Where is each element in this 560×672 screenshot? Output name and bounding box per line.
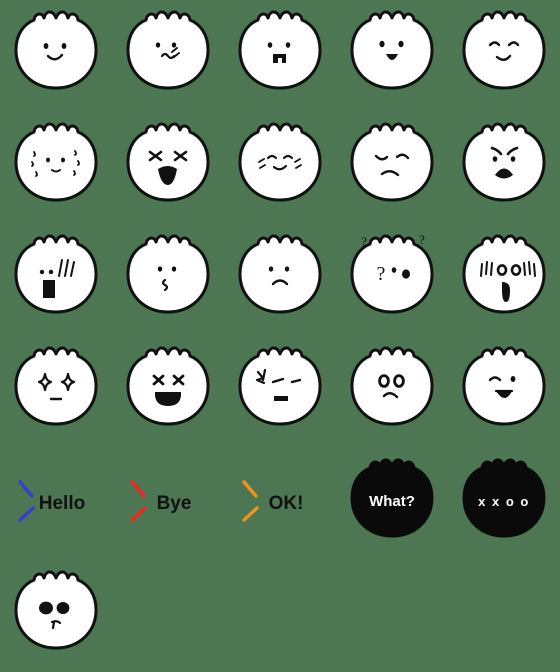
frowning-worried-face[interactable] [448, 112, 560, 224]
confused-question-face[interactable]: ??? [336, 224, 448, 336]
open-smile-face[interactable] [336, 0, 448, 112]
sad-tired-face[interactable] [336, 112, 448, 224]
uneasy-big-eyes-face[interactable] [336, 336, 448, 448]
nervous-sweat-face[interactable] [0, 112, 112, 224]
winking-grin-face[interactable] [448, 336, 560, 448]
svg-text:What?: What? [369, 493, 415, 510]
annoyed-vein-face[interactable] [224, 336, 336, 448]
pouting-face[interactable] [224, 224, 336, 336]
what-blob-sticker[interactable]: What? [336, 448, 448, 560]
smiling-face[interactable] [0, 0, 112, 112]
svg-text:?: ? [419, 232, 425, 247]
svg-text:?: ? [361, 234, 367, 249]
svg-text:Hello: Hello [39, 493, 85, 514]
ok-text-sticker[interactable]: OK! [224, 448, 336, 560]
hello-text-sticker[interactable]: Hello [0, 448, 112, 560]
sticker-sheet: ??? Hello Bye OK! What? x x o o [0, 0, 560, 672]
svg-text:?: ? [377, 263, 386, 285]
awkward-squiggle-face[interactable] [112, 0, 224, 112]
xxoo-blob-sticker[interactable]: x x o o [448, 448, 560, 560]
big-eyes-tiny-mouth-face[interactable] [0, 560, 112, 672]
svg-text:x x o o: x x o o [478, 494, 530, 509]
sparkle-eyes-face[interactable] [0, 336, 112, 448]
blushing-smile-face[interactable] [224, 112, 336, 224]
svg-text:OK!: OK! [269, 493, 304, 514]
dead-x-eyes-face[interactable] [112, 336, 224, 448]
svg-text:Bye: Bye [157, 493, 192, 514]
shouting-face[interactable] [0, 224, 112, 336]
content-closed-eye-face[interactable] [448, 0, 560, 112]
crying-wail-face[interactable] [112, 112, 224, 224]
surprised-shock-face[interactable] [448, 224, 560, 336]
bye-text-sticker[interactable]: Bye [112, 448, 224, 560]
tooth-grin-face[interactable] [224, 0, 336, 112]
whistling-face[interactable] [112, 224, 224, 336]
